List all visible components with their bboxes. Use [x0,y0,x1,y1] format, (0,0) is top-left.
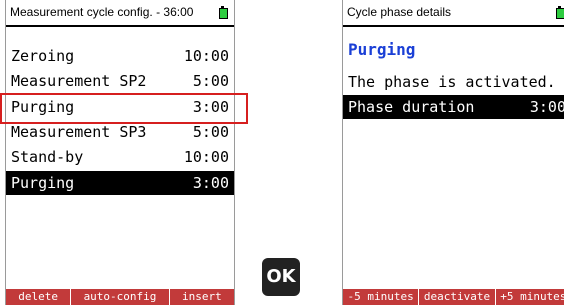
phase-duration-row[interactable]: Phase duration 3:00 [343,95,564,119]
cycle-config-screen: Measurement cycle config. - 36:00 Zeroin… [5,0,235,305]
list-item-stand-by[interactable]: Stand-by 10:00 [6,145,234,169]
minus-5-minutes-softkey[interactable]: -5 minutes [343,289,418,305]
list-item-duration: 5:00 [192,123,229,141]
phase-status-text: The phase is activated. [348,73,556,91]
softkey-bar: delete auto-config insert [6,289,234,305]
screen-title: Cycle phase details [347,5,452,19]
screen-titlebar: Cycle phase details [343,0,564,27]
list-item-label: Purging [11,174,75,192]
list-item-label: Zeroing [11,47,75,65]
list-item-duration: 3:00 [192,98,229,116]
battery-icon [556,6,564,19]
delete-softkey[interactable]: delete [6,289,70,305]
list-item-zeroing[interactable]: Zeroing 10:00 [6,44,234,68]
list-item-purging-selected[interactable]: Purging 3:00 [6,171,234,195]
softkey-bar: -5 minutes deactivate +5 minutes [343,289,564,305]
list-item-measurement-sp3[interactable]: Measurement SP3 5:00 [6,120,234,144]
list-item-label: Purging [11,98,75,116]
plus-5-minutes-softkey[interactable]: +5 minutes [494,289,564,305]
list-item-label: Measurement SP2 [11,72,147,90]
list-item-purging[interactable]: Purging 3:00 [6,95,234,119]
phase-duration-label: Phase duration [348,98,475,116]
list-item-duration: 10:00 [183,148,229,166]
ok-button[interactable]: OK [262,258,300,296]
screen-title: Measurement cycle config. - 36:00 [10,5,194,19]
battery-icon [219,6,228,19]
insert-softkey[interactable]: insert [168,289,234,305]
phase-name: Purging [348,40,416,59]
list-item-duration: 5:00 [192,72,229,90]
phase-duration-value: 3:00 [529,98,564,116]
auto-config-softkey[interactable]: auto-config [70,289,168,305]
list-item-label: Measurement SP3 [11,123,147,141]
list-item-duration: 3:00 [192,174,229,192]
list-item-label: Stand-by [11,148,84,166]
list-item-duration: 10:00 [183,47,229,65]
phase-status: The phase is activated. [343,70,564,94]
phase-details-screen: Cycle phase details Purging The phase is… [342,0,564,305]
screen-titlebar: Measurement cycle config. - 36:00 [6,0,234,27]
deactivate-softkey[interactable]: deactivate [418,289,494,305]
list-item-measurement-sp2[interactable]: Measurement SP2 5:00 [6,69,234,93]
